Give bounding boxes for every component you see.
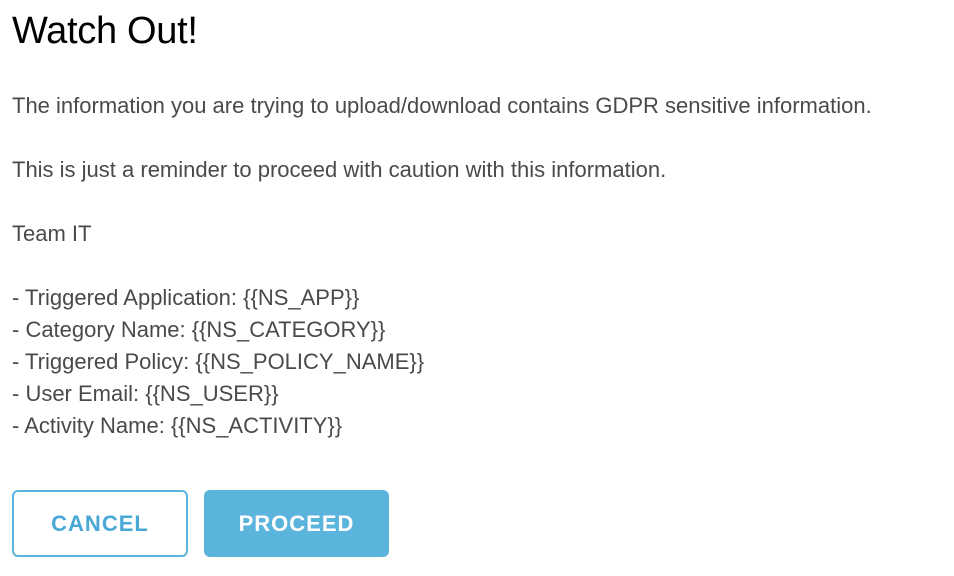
proceed-button[interactable]: PROCEED	[204, 490, 389, 557]
warning-dialog: Watch Out! The information you are tryin…	[0, 0, 954, 576]
caution-reminder: This is just a reminder to proceed with …	[12, 157, 667, 182]
detail-activity-name: - Activity Name: {{NS_ACTIVITY}}	[12, 413, 343, 438]
warning-message: The information you are trying to upload…	[12, 93, 872, 118]
cancel-button[interactable]: CANCEL	[12, 490, 188, 557]
detail-user-email: - User Email: {{NS_USER}}	[12, 381, 279, 406]
signature: Team IT	[12, 221, 92, 246]
details-list: - Triggered Application: {{NS_APP}} - Ca…	[12, 282, 424, 442]
detail-category-name: - Category Name: {{NS_CATEGORY}}	[12, 317, 386, 342]
dialog-title: Watch Out!	[12, 10, 198, 52]
detail-triggered-application: - Triggered Application: {{NS_APP}}	[12, 285, 360, 310]
detail-triggered-policy: - Triggered Policy: {{NS_POLICY_NAME}}	[12, 349, 425, 374]
